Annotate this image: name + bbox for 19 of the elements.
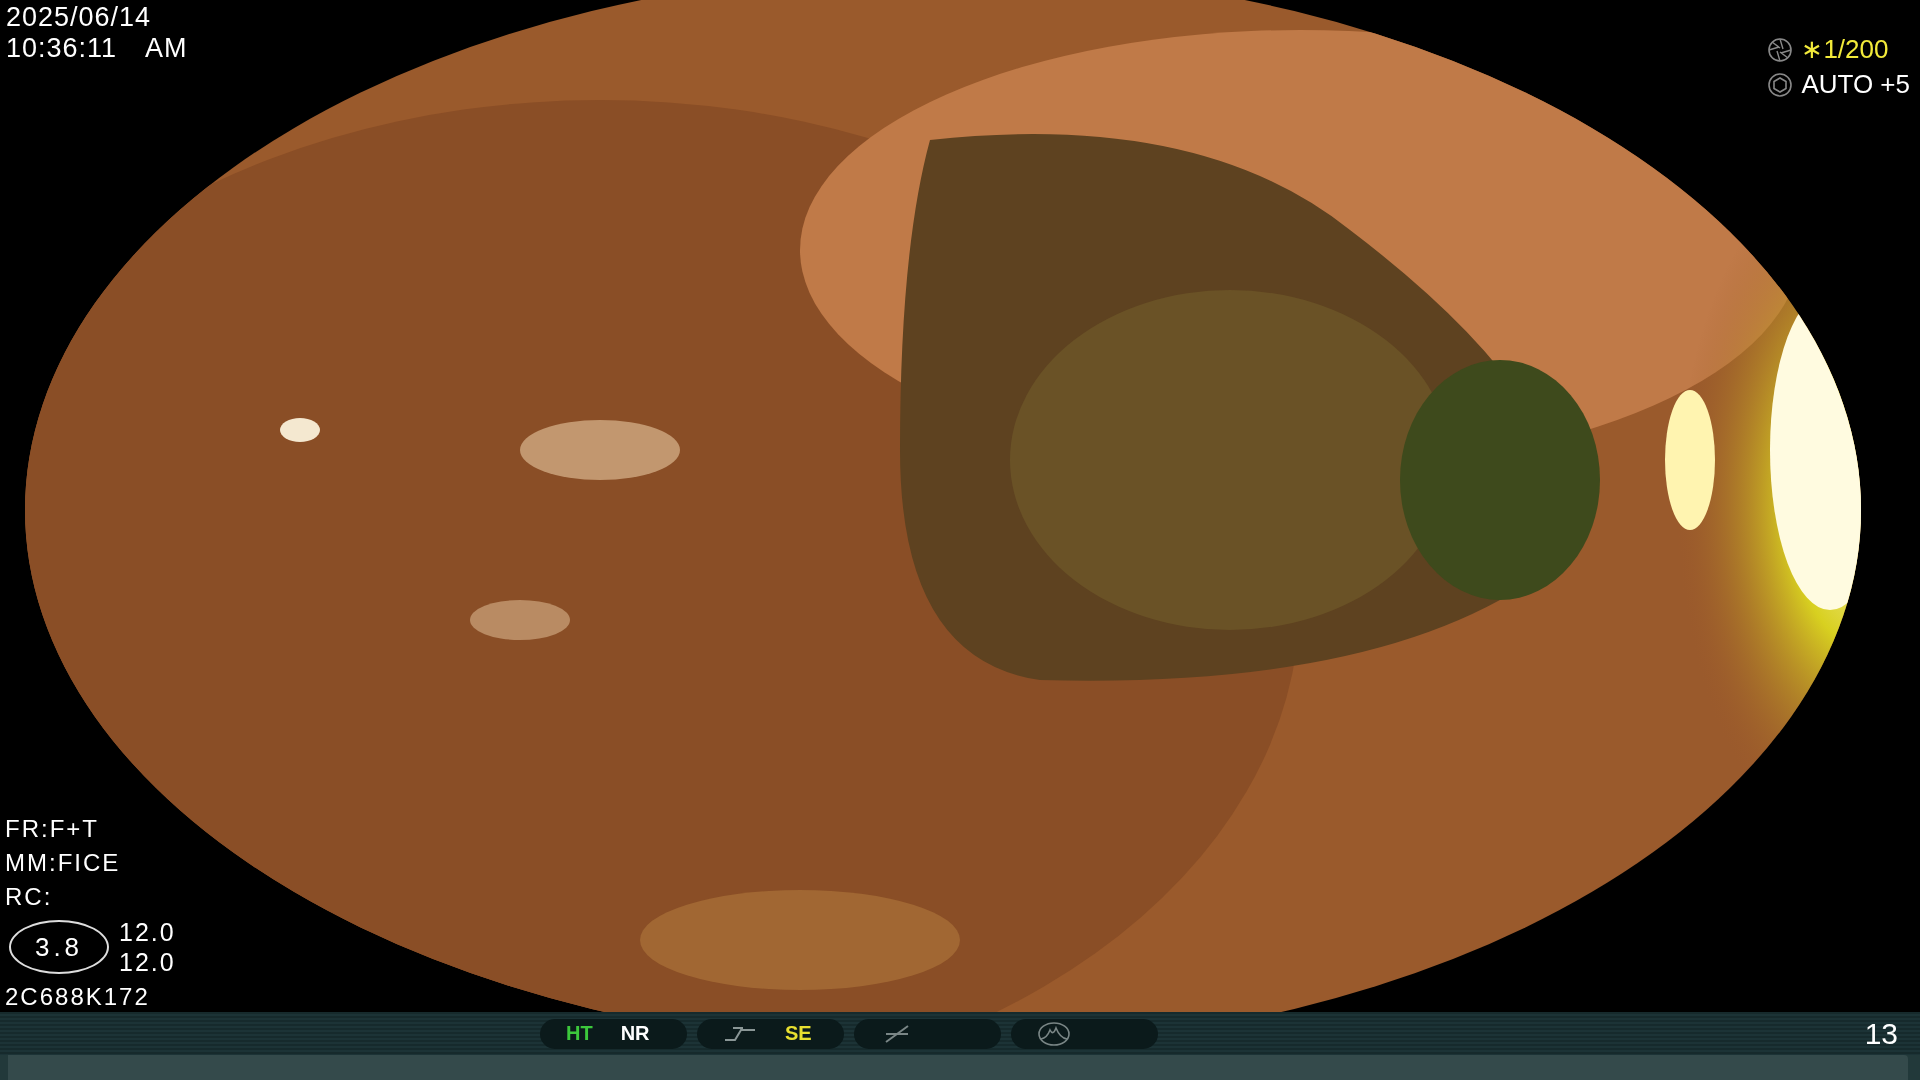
status-label: SE: [785, 1022, 812, 1045]
exposure-text: AUTO +5: [1801, 69, 1910, 100]
status-label: HT: [566, 1022, 593, 1045]
reading-text: 12.0: [119, 947, 176, 977]
scope-id: 2C688K172: [5, 983, 151, 1011]
iris-icon: [1767, 71, 1794, 98]
setting-text: MM:FICE: [5, 849, 122, 877]
histogram-icon: [1037, 1021, 1071, 1046]
time-text: 10:36:11: [6, 33, 118, 64]
status-label: NR: [620, 1022, 650, 1045]
setting-text: RC:: [5, 883, 54, 911]
setting-text: FR:F+T: [5, 815, 100, 843]
aperture-icon: [1767, 36, 1794, 63]
reading-text: 12.0: [119, 917, 176, 947]
zoom-value: 3.8: [9, 920, 109, 974]
meridiem-text: AM: [145, 33, 188, 64]
counter-text: 13: [1864, 1016, 1898, 1051]
date-text: 2025/06/14: [6, 2, 153, 33]
exposure-text: ∗1/200: [1801, 34, 1889, 65]
